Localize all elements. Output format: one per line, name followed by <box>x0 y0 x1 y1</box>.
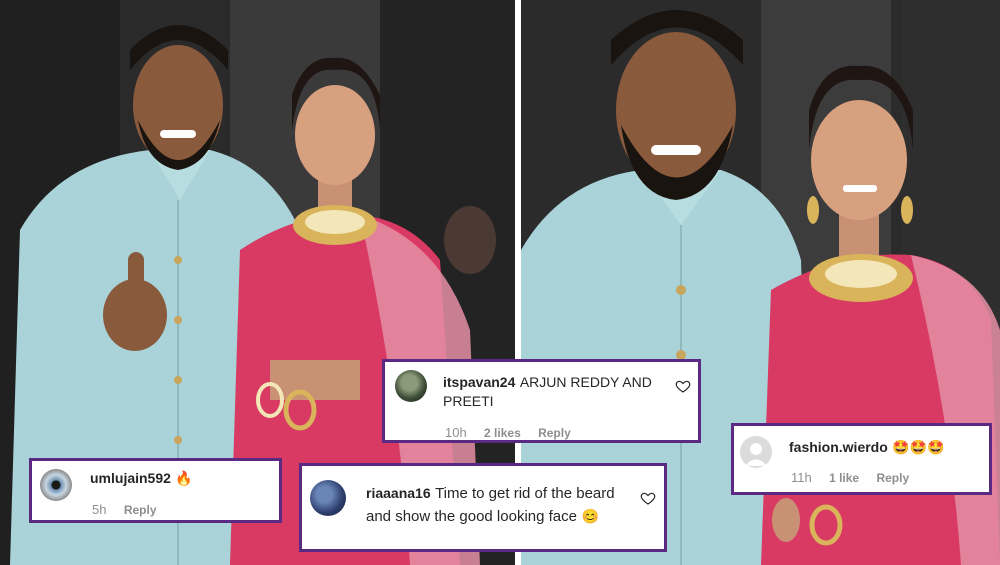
comment-meta: 11h 1 like Reply <box>791 470 923 485</box>
comment-likes[interactable]: 1 like <box>829 471 859 485</box>
avatar[interactable] <box>310 480 346 516</box>
avatar[interactable] <box>740 436 772 468</box>
comment-username[interactable]: itspavan24 <box>443 374 515 390</box>
heart-icon[interactable] <box>675 378 691 394</box>
comment-meta: 10h 2 likes Reply <box>445 425 585 440</box>
comment-username[interactable]: fashion.wierdo <box>789 439 888 455</box>
comment-card-itspavan24: itspavan24 ARJUN REDDY AND PREETI 10h 2 … <box>382 359 701 443</box>
comment-card-fashion-wierdo: fashion.wierdo 🤩🤩🤩 11h 1 like Reply <box>731 423 992 495</box>
comment-card-riaaana16: riaaana16 Time to get rid of the beard a… <box>299 463 667 552</box>
comment-username[interactable]: umlujain592 <box>90 470 171 486</box>
avatar[interactable] <box>40 469 72 501</box>
comment-text: 🔥 <box>175 470 193 486</box>
comment-card-umlujain592: umlujain592 🔥 5h Reply <box>29 458 282 523</box>
comment-time: 11h <box>791 470 812 485</box>
reply-button[interactable]: Reply <box>538 426 571 440</box>
comment-text: 🤩🤩🤩 <box>892 439 945 455</box>
comment-time: 10h <box>445 425 467 440</box>
heart-icon[interactable] <box>640 490 656 506</box>
comment-body: itspavan24 ARJUN REDDY AND PREETI <box>443 373 663 411</box>
comment-meta: 5h Reply <box>92 502 171 517</box>
comment-body: umlujain592 🔥 <box>90 469 193 488</box>
default-avatar-icon <box>745 443 767 466</box>
avatar[interactable] <box>395 370 427 402</box>
comment-time: 5h <box>92 502 107 517</box>
comment-body: riaaana16 Time to get rid of the beard a… <box>366 482 628 528</box>
reply-button[interactable]: Reply <box>876 471 909 485</box>
comment-likes[interactable]: 2 likes <box>484 426 521 440</box>
reply-button[interactable]: Reply <box>124 503 157 517</box>
comment-body: fashion.wierdo 🤩🤩🤩 <box>789 438 945 457</box>
comment-username[interactable]: riaaana16 <box>366 485 431 501</box>
collage: itspavan24 ARJUN REDDY AND PREETI 10h 2 … <box>0 0 1000 565</box>
comment-emoji: 😊 <box>581 508 599 524</box>
